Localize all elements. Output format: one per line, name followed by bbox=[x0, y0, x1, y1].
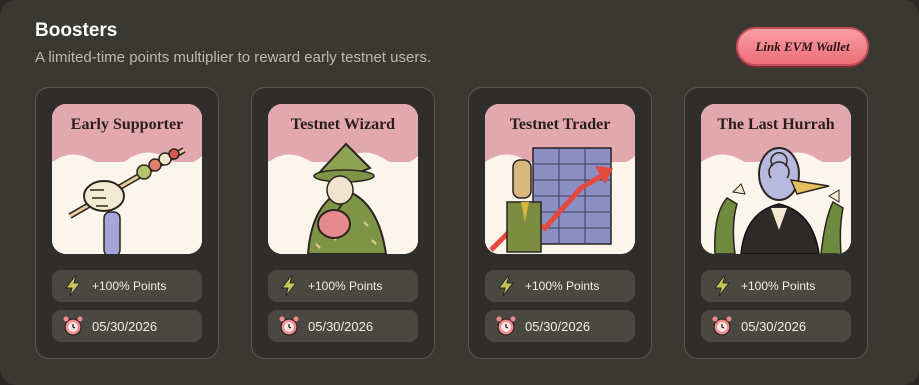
lightning-icon bbox=[281, 275, 298, 297]
expiry-badge: 05/30/2026 bbox=[52, 310, 202, 342]
expiry-date: 05/30/2026 bbox=[525, 318, 591, 334]
booster-card-the-last-hurrah[interactable]: The Last Hurrah +100% Points 05/30/2026 bbox=[684, 87, 868, 359]
booster-illustration: Early Supporter bbox=[52, 104, 202, 254]
expiry-date: 05/30/2026 bbox=[92, 318, 158, 334]
booster-illustration: Testnet Trader bbox=[485, 104, 635, 254]
points-label: +100% Points bbox=[525, 279, 600, 293]
alarm-clock-icon bbox=[63, 316, 83, 336]
booster-name: Testnet Trader bbox=[509, 116, 611, 133]
points-label: +100% Points bbox=[741, 279, 816, 293]
alarm-clock-icon bbox=[496, 316, 516, 336]
points-label: +100% Points bbox=[92, 279, 167, 293]
lightning-icon bbox=[714, 275, 731, 297]
points-badge: +100% Points bbox=[52, 270, 202, 302]
points-badge: +100% Points bbox=[701, 270, 851, 302]
booster-illustration: The Last Hurrah bbox=[701, 104, 851, 254]
points-badge: +100% Points bbox=[485, 270, 635, 302]
booster-name: Early Supporter bbox=[70, 116, 184, 133]
expiry-badge: 05/30/2026 bbox=[701, 310, 851, 342]
points-label: +100% Points bbox=[308, 279, 383, 293]
booster-card-testnet-trader[interactable]: Testnet Trader +100% Points 05/30/2026 bbox=[468, 87, 652, 359]
booster-name: The Last Hurrah bbox=[717, 116, 835, 133]
booster-illustration: Testnet Wizard bbox=[268, 104, 418, 254]
expiry-date: 05/30/2026 bbox=[741, 318, 807, 334]
link-evm-wallet-button[interactable]: Link EVM Wallet bbox=[736, 27, 869, 66]
booster-card-testnet-wizard[interactable]: Testnet Wizard +100% Points 05/30/2026 bbox=[251, 87, 435, 359]
alarm-clock-icon bbox=[279, 316, 299, 336]
section-subtitle: A limited-time points multiplier to rewa… bbox=[35, 49, 431, 66]
booster-name: Testnet Wizard bbox=[290, 116, 396, 133]
alarm-clock-icon bbox=[712, 316, 732, 336]
lightning-icon bbox=[498, 275, 515, 297]
booster-card-early-supporter[interactable]: Early Supporter +100% Points 05/30/2026 bbox=[35, 87, 219, 359]
boosters-panel: Boosters A limited-time points multiplie… bbox=[0, 0, 919, 385]
section-title: Boosters bbox=[35, 20, 118, 41]
points-badge: +100% Points bbox=[268, 270, 418, 302]
expiry-date: 05/30/2026 bbox=[308, 318, 374, 334]
expiry-badge: 05/30/2026 bbox=[485, 310, 635, 342]
expiry-badge: 05/30/2026 bbox=[268, 310, 418, 342]
lightning-icon bbox=[65, 275, 82, 297]
